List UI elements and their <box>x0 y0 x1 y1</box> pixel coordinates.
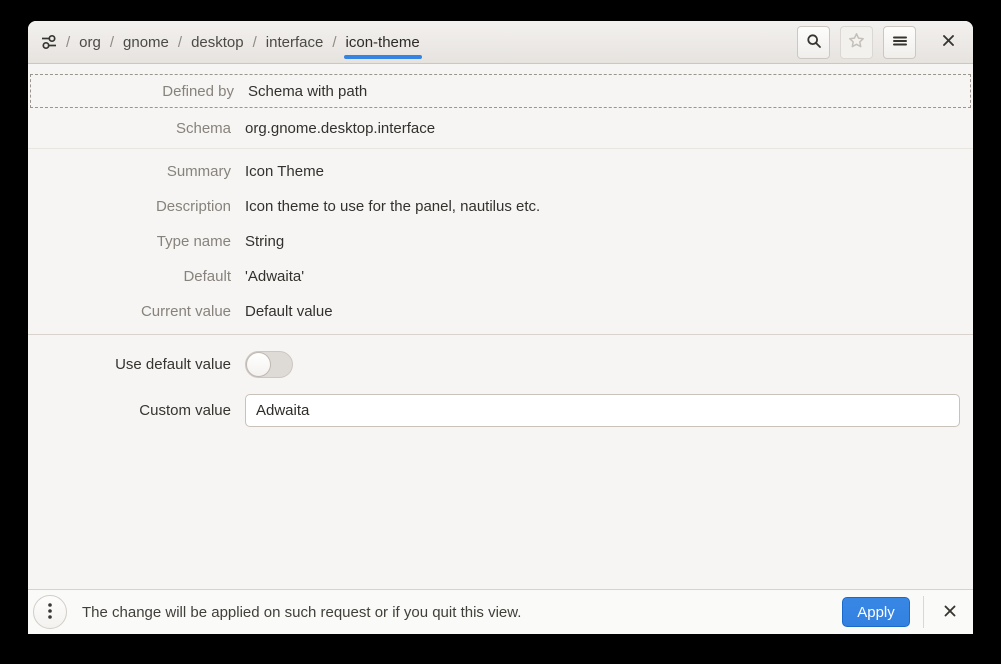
defined-by-row[interactable]: Defined by Schema with path <box>30 74 971 108</box>
default-label: Default <box>28 268 231 285</box>
window-close-button[interactable] <box>934 26 962 59</box>
pending-change-bar: The change will be applied on such reque… <box>28 589 973 634</box>
type-name-value: String <box>245 233 973 250</box>
bookmark-button[interactable] <box>840 26 873 59</box>
empty-space <box>28 427 973 589</box>
description-row: Description Icon theme to use for the pa… <box>28 189 973 224</box>
breadcrumb-item-icon-theme-current[interactable]: icon-theme <box>346 34 420 51</box>
use-default-value-label: Use default value <box>28 356 231 373</box>
breadcrumb-separator: / <box>332 34 336 51</box>
dismiss-bar-button[interactable] <box>937 596 963 629</box>
default-value: 'Adwaita' <box>245 268 973 285</box>
current-value-label: Current value <box>28 303 231 320</box>
schema-value: org.gnome.desktop.interface <box>245 120 973 137</box>
breadcrumb-item-org[interactable]: org <box>79 34 101 51</box>
use-default-switch[interactable] <box>245 351 293 378</box>
star-icon <box>848 32 865 52</box>
description-value: Icon theme to use for the panel, nautilu… <box>245 198 973 215</box>
pending-change-message: The change will be applied on such reque… <box>82 604 521 621</box>
header-actions <box>797 26 962 59</box>
custom-value-row: Custom value <box>28 394 973 427</box>
breadcrumb-separator: / <box>253 34 257 51</box>
key-info-group: Summary Icon Theme Description Icon them… <box>28 149 973 334</box>
defined-by-value: Schema with path <box>248 83 970 100</box>
breadcrumb-current-label: icon-theme <box>346 34 420 51</box>
apply-button[interactable]: Apply <box>842 597 910 627</box>
kebab-dots-icon <box>47 602 53 623</box>
summary-label: Summary <box>28 163 231 180</box>
defined-by-label: Defined by <box>31 83 234 100</box>
type-name-row: Type name String <box>28 224 973 259</box>
switch-knob <box>246 352 271 377</box>
breadcrumb-separator: / <box>178 34 182 51</box>
search-icon <box>806 33 822 52</box>
breadcrumb-separator: / <box>66 34 70 51</box>
breadcrumb: / org / gnome / desktop / interface / ic… <box>41 34 420 51</box>
breadcrumb-item-interface[interactable]: interface <box>266 34 324 51</box>
breadcrumb-separator: / <box>110 34 114 51</box>
summary-value: Icon Theme <box>245 163 973 180</box>
sliders-icon[interactable] <box>41 34 57 50</box>
menu-button[interactable] <box>883 26 916 59</box>
hamburger-icon <box>892 33 908 52</box>
key-properties-panel: Defined by Schema with path Schema org.g… <box>28 64 973 589</box>
schema-label: Schema <box>28 120 231 137</box>
custom-value-input[interactable] <box>245 394 960 427</box>
divider <box>923 596 924 628</box>
current-value-value: Default value <box>245 303 973 320</box>
header-bar: / org / gnome / desktop / interface / ic… <box>28 21 973 64</box>
separator <box>28 334 973 335</box>
close-icon <box>944 605 956 620</box>
summary-row: Summary Icon Theme <box>28 154 973 189</box>
dconf-editor-window: / org / gnome / desktop / interface / ic… <box>28 21 973 634</box>
close-icon <box>942 34 955 50</box>
search-button[interactable] <box>797 26 830 59</box>
custom-value-label: Custom value <box>28 402 231 419</box>
default-row: Default 'Adwaita' <box>28 259 973 294</box>
schema-row: Schema org.gnome.desktop.interface <box>28 108 973 148</box>
more-options-button[interactable] <box>33 595 67 629</box>
current-value-row: Current value Default value <box>28 294 973 329</box>
breadcrumb-item-gnome[interactable]: gnome <box>123 34 169 51</box>
use-default-value-row: Use default value <box>28 351 973 378</box>
description-label: Description <box>28 198 231 215</box>
type-name-label: Type name <box>28 233 231 250</box>
active-path-underline <box>344 55 422 59</box>
breadcrumb-item-desktop[interactable]: desktop <box>191 34 244 51</box>
